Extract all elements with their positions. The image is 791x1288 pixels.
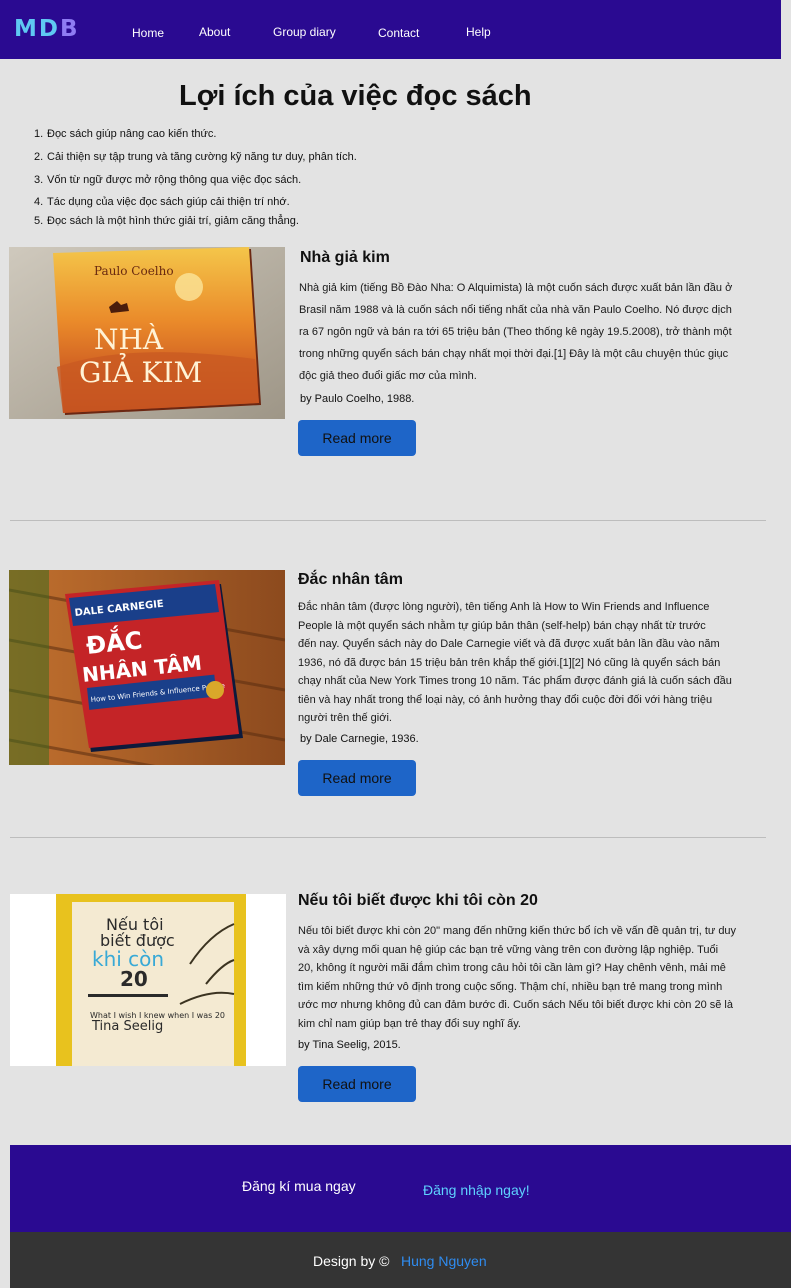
- benefit-number: 2.: [34, 151, 44, 163]
- description-line: kim chỉ nam giúp bạn trẻ thay đổi suy ng…: [298, 1017, 521, 1030]
- book-cover-nha-gia-kim: Paulo Coelho NHÀ GIẢ KIM: [9, 247, 285, 419]
- book-title: Nếu tôi biết được khi tôi còn 20: [298, 892, 538, 909]
- footer-credit-text: Design by ©: [313, 1253, 390, 1269]
- description-line: đến nay. Quyển sách này do Dale Carnegie…: [298, 638, 720, 650]
- description-line: người trên thế giới.: [298, 712, 392, 724]
- benefit-text: Cải thiện sự tập trung và tăng cường kỹ …: [47, 151, 357, 163]
- brand-letter-d: D: [38, 16, 60, 42]
- description-line: ước mơ nhưng không đủ can đảm bước đi. C…: [298, 999, 733, 1011]
- benefit-item: 1. Đọc sách giúp nâng cao kiến thức.: [34, 128, 217, 140]
- benefit-text: Vốn từ ngữ được mở rộng thông qua việc đ…: [47, 174, 302, 186]
- benefit-text: Tác dụng của việc đọc sách giúp cải thiệ…: [47, 196, 290, 208]
- description-line: ra 67 ngôn ngữ và bán ra tới 65 triệu bả…: [299, 326, 732, 338]
- description-line: và xây dựng mối quan hệ giúp các bạn trẻ…: [298, 943, 719, 956]
- benefit-item: 4. Tác dụng của việc đọc sách giúp cải th…: [34, 196, 290, 208]
- book-description: Nếu tôi biết được khi còn 20" mang đến n…: [298, 922, 778, 1033]
- divider: [10, 837, 766, 838]
- book-author: by Tina Seelig, 2015.: [298, 1039, 401, 1051]
- benefit-text: Đọc sách giúp nâng cao kiến thức.: [47, 128, 217, 140]
- benefit-text: Đọc sách là một hình thức giải trí, giảm…: [47, 215, 299, 227]
- read-more-button[interactable]: Read more: [298, 760, 416, 796]
- book-description: Đắc nhân tâm (được lòng người), tên tiến…: [298, 598, 778, 728]
- read-more-button[interactable]: Read more: [298, 420, 416, 456]
- cover-title-line4: 20: [120, 967, 148, 991]
- read-more-button[interactable]: Read more: [298, 1066, 416, 1102]
- cover-title-line1: NHÀ: [94, 323, 164, 356]
- footer-cta-text: Đăng kí mua ngay: [242, 1178, 356, 1194]
- description-line: trong những quyển sách bán chạy nhất mọi…: [299, 348, 729, 360]
- description-line: Nhà giả kim (tiếng Bồ Đào Nha: O Alquimi…: [299, 282, 733, 294]
- cover-title-line2: GIẢ KIM: [79, 353, 202, 389]
- brand-logo[interactable]: MDB: [14, 16, 80, 42]
- description-line: People là một quyển sách nhằm tự giúp bả…: [298, 619, 706, 632]
- cover-author-text: Tina Seelig: [91, 1019, 163, 1034]
- nav-group-diary[interactable]: Group diary: [273, 25, 336, 39]
- brand-letter-b: B: [59, 16, 80, 42]
- benefit-item: 5. Đọc sách là một hình thức giải trí, gi…: [34, 215, 299, 227]
- nav-about[interactable]: About: [199, 25, 230, 39]
- benefit-number: 1.: [34, 128, 44, 140]
- book-author: by Dale Carnegie, 1936.: [300, 733, 419, 745]
- benefit-number: 4.: [34, 196, 44, 208]
- benefit-number: 3.: [34, 174, 44, 186]
- book-title: Nhà giả kim: [300, 249, 390, 266]
- cover-author-text: Paulo Coelho: [94, 264, 174, 278]
- footer-cta-bar: [10, 1145, 791, 1232]
- description-line: chạy nhất của New York Times trong 10 nă…: [298, 675, 732, 687]
- book-cover-neu-toi-biet: Nếu tôi biết được khi còn 20 What I wish…: [10, 894, 286, 1066]
- footer-author-link[interactable]: Hung Nguyen: [401, 1253, 487, 1269]
- benefit-item: 2. Cải thiện sự tập trung và tăng cường k…: [34, 151, 357, 163]
- divider: [10, 520, 766, 521]
- nav-contact[interactable]: Contact: [378, 26, 419, 40]
- description-line: Brasil năm 1988 và là cuốn sách nổi tiến…: [299, 304, 732, 316]
- description-line: độc giả theo đuổi giấc mơ của mình.: [299, 370, 477, 382]
- book-author: by Paulo Coelho, 1988.: [300, 393, 415, 405]
- description-line: Đắc nhân tâm (được lòng người), tên tiến…: [298, 601, 710, 613]
- description-line: tiên và hay nhất trong thể loại này, có …: [298, 693, 713, 706]
- description-line: 20, không ít người mãi đắm chìm trong câ…: [298, 962, 726, 974]
- nav-help[interactable]: Help: [466, 25, 491, 39]
- book-title: Đắc nhân tâm: [298, 571, 403, 588]
- benefit-item: 3. Vốn từ ngữ được mở rộng thông qua việc…: [34, 174, 302, 186]
- book-description: Nhà giả kim (tiếng Bồ Đào Nha: O Alquimi…: [299, 277, 779, 387]
- footer-login-link[interactable]: Đăng nhập ngay!: [423, 1182, 530, 1198]
- book-cover-dac-nhan-tam: DALE CARNEGIE ĐẮC NHÂN TÂM How to Win Fr…: [9, 570, 285, 765]
- nav-home[interactable]: Home: [132, 26, 164, 40]
- page-title: Lợi ích của việc đọc sách: [179, 80, 532, 112]
- description-line: 1936, nó đã được bán 15 triệu bản trên k…: [298, 656, 721, 669]
- description-line: tìm kiếm những thứ vô định trong cuộc số…: [298, 980, 723, 993]
- brand-letter-m: M: [14, 16, 39, 42]
- description-line: Nếu tôi biết được khi còn 20" mang đến n…: [298, 925, 737, 937]
- benefit-number: 5.: [34, 215, 44, 227]
